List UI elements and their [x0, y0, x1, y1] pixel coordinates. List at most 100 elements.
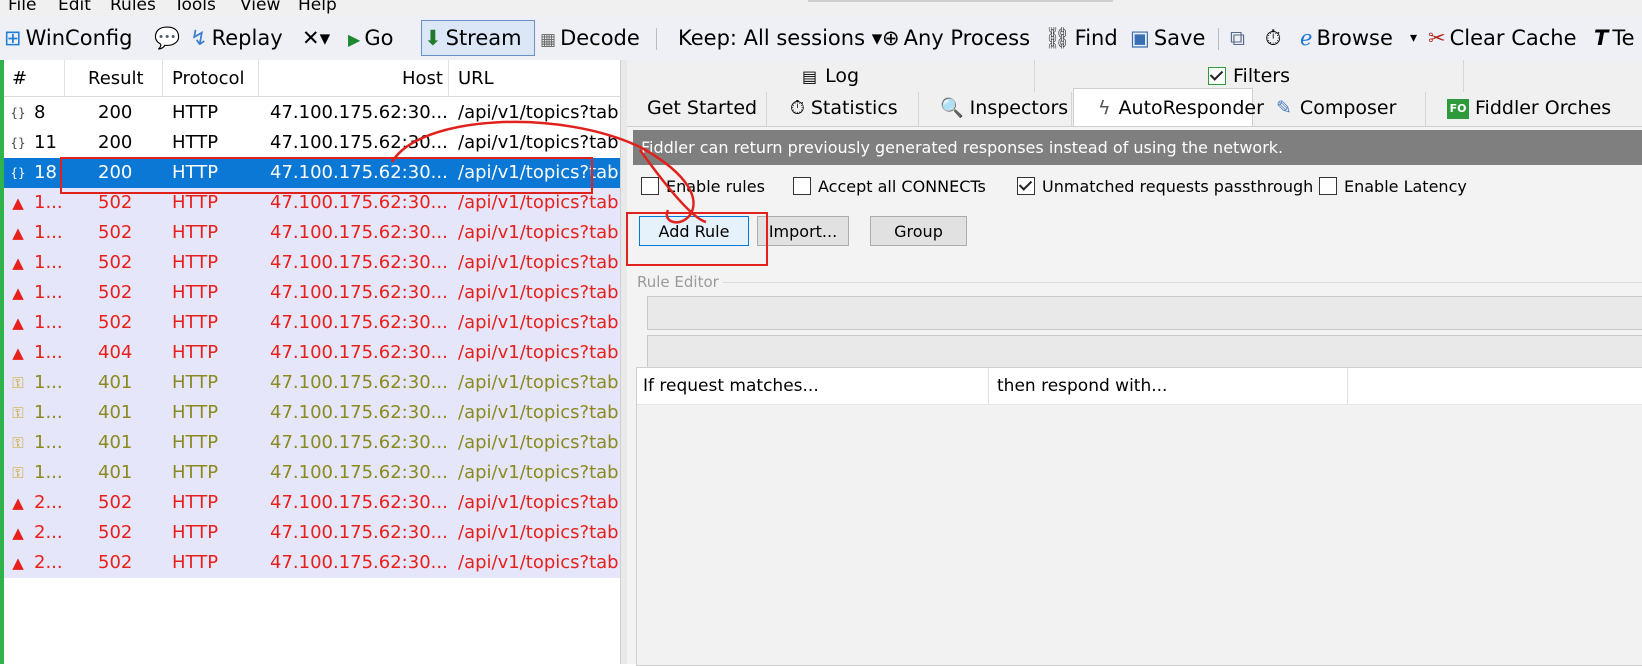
- keep-sessions-dropdown[interactable]: Keep: All sessions ▾: [678, 24, 882, 52]
- save-button[interactable]: ▣ Save: [1130, 24, 1205, 52]
- tab-statistics[interactable]: ⏱ Statistics: [768, 92, 919, 126]
- menu-edit[interactable]: Edit: [58, 0, 91, 15]
- warning-icon: ▲: [12, 554, 24, 572]
- table-row[interactable]: ▲ 1... 502 HTTP 47.100.175.62:30... /api/v1/t…: [0, 188, 620, 218]
- rule-match-input[interactable]: [647, 296, 1642, 330]
- cell-protocol: HTTP: [172, 342, 219, 363]
- column-header-match[interactable]: If request matches...: [643, 368, 819, 404]
- cell-host: 47.100.175.62:30...: [270, 432, 448, 453]
- toolbar-separator: [1218, 28, 1219, 50]
- column-header-result[interactable]: Result: [88, 68, 144, 89]
- table-row[interactable]: ⚿ 1... 401 HTTP 47.100.175.62:30... /api/v1/t…: [0, 428, 620, 458]
- json-icon: {}: [10, 166, 26, 180]
- column-header-respond[interactable]: then respond with...: [997, 368, 1167, 404]
- lightning-icon: ϟ: [1098, 97, 1111, 119]
- column-divider: [64, 60, 65, 96]
- cell-url: /api/v1/topics?tab=: [458, 162, 620, 183]
- cell-host: 47.100.175.62:30...: [270, 462, 448, 483]
- column-header-protocol[interactable]: Protocol: [172, 68, 245, 89]
- cell-protocol: HTTP: [172, 192, 219, 213]
- cell-url: /api/v1/topics?tab=: [458, 222, 620, 243]
- cell-num: 1...: [34, 372, 63, 393]
- cell-protocol: HTTP: [172, 252, 219, 273]
- table-row[interactable]: ▲ 2... 502 HTTP 47.100.175.62:30... /api/v1/t…: [0, 488, 620, 518]
- cell-protocol: HTTP: [172, 492, 219, 513]
- menu-view[interactable]: View: [240, 0, 280, 15]
- cell-host: 47.100.175.62:30...: [270, 342, 448, 363]
- group-button[interactable]: Group: [870, 216, 967, 246]
- enable-latency-checkbox[interactable]: Enable Latency: [1319, 177, 1467, 197]
- go-button[interactable]: ▶ Go: [348, 24, 393, 52]
- table-row[interactable]: ▲ 2... 502 HTTP 47.100.175.62:30... /api/v1/t…: [0, 518, 620, 548]
- table-row[interactable]: ▲ 2... 502 HTTP 47.100.175.62:30... /api/v1/t…: [0, 548, 620, 578]
- tab-inspectors[interactable]: 🔍 Inspectors: [920, 92, 1072, 126]
- composer-icon: ✎: [1276, 97, 1292, 119]
- tab-get-started[interactable]: Get Started: [627, 92, 767, 126]
- cell-num: 2...: [34, 552, 63, 573]
- clear-cache-button[interactable]: ✂ Clear Cache: [1428, 24, 1577, 52]
- replay-button[interactable]: ↯ Replay: [190, 24, 283, 52]
- cell-host: 47.100.175.62:30...: [270, 162, 448, 183]
- table-row[interactable]: {} 11 200 HTTP 47.100.175.62:30... /api/v1/to…: [0, 128, 620, 158]
- column-header-url[interactable]: URL: [458, 68, 494, 89]
- cell-host: 47.100.175.62:30...: [270, 222, 448, 243]
- table-row[interactable]: ▲ 1... 404 HTTP 47.100.175.62:30... /api/v1/t…: [0, 338, 620, 368]
- column-divider: [162, 60, 163, 96]
- accept-connects-checkbox[interactable]: Accept all CONNECTs: [793, 177, 986, 197]
- cell-host: 47.100.175.62:30...: [270, 402, 448, 423]
- clear-cache-icon: ✂: [1428, 26, 1446, 50]
- enable-rules-checkbox[interactable]: Enable rules: [641, 177, 765, 197]
- cell-protocol: HTTP: [172, 432, 219, 453]
- table-row[interactable]: ⚿ 1... 401 HTTP 47.100.175.62:30... /api/v1/t…: [0, 458, 620, 488]
- tab-log[interactable]: ▤ Log: [627, 60, 1035, 92]
- add-rule-button[interactable]: Add Rule: [639, 216, 749, 246]
- comment-button[interactable]: 💬: [154, 24, 184, 52]
- cell-num: 1...: [34, 312, 63, 333]
- remove-dropdown-button[interactable]: ✕▾: [302, 24, 330, 52]
- table-row[interactable]: ▲ 1... 502 HTTP 47.100.175.62:30... /api/v1/t…: [0, 248, 620, 278]
- table-row[interactable]: ⚿ 1... 401 HTTP 47.100.175.62:30... /api/v1/t…: [0, 368, 620, 398]
- timer-button[interactable]: ⏱: [1265, 24, 1285, 52]
- tab-fiddler-orchestra[interactable]: FO Fiddler Orches: [1427, 92, 1642, 126]
- cell-url: /api/v1/topics?tab=: [458, 432, 620, 453]
- winconfig-button[interactable]: ⊞ WinConfig: [4, 24, 132, 52]
- cell-url: /api/v1/topics?tab=: [458, 132, 620, 153]
- screenshot-button[interactable]: ⧉: [1230, 24, 1249, 52]
- warning-icon: ▲: [12, 284, 24, 302]
- table-row[interactable]: ⚿ 1... 401 HTTP 47.100.175.62:30... /api/v1/t…: [0, 398, 620, 428]
- table-row[interactable]: ▲ 1... 502 HTTP 47.100.175.62:30... /api/v1/t…: [0, 278, 620, 308]
- cell-url: /api/v1/topics?tab=: [458, 282, 620, 303]
- cell-protocol: HTTP: [172, 162, 219, 183]
- stream-arrow-icon: ⬇: [424, 26, 442, 50]
- cell-protocol: HTTP: [172, 102, 219, 123]
- menu-rules[interactable]: Rules: [110, 0, 156, 15]
- menu-tools[interactable]: Tools: [174, 0, 216, 15]
- text-wizard-button[interactable]: T Te: [1594, 24, 1635, 52]
- table-row-selected[interactable]: {} 18 200 HTTP 47.100.175.62:30... /api/v1/to…: [0, 158, 620, 188]
- table-row[interactable]: {} 8 200 HTTP 47.100.175.62:30... /api/v1/top…: [0, 98, 620, 128]
- stream-button[interactable]: ⬇ Stream: [424, 24, 522, 52]
- cell-protocol: HTTP: [172, 462, 219, 483]
- import-button[interactable]: Import...: [757, 216, 849, 246]
- column-header-num[interactable]: #: [12, 68, 27, 89]
- find-button[interactable]: ⛓ Find: [1044, 24, 1118, 52]
- rules-list[interactable]: If request matches... then respond with.…: [636, 367, 1642, 666]
- cell-url: /api/v1/topics?tab=: [458, 492, 620, 513]
- browse-button[interactable]: ℯ Browse: [1300, 24, 1393, 52]
- cell-result: 401: [98, 462, 133, 483]
- column-header-host[interactable]: Host: [402, 68, 443, 89]
- any-process-button[interactable]: ⊕ Any Process: [882, 24, 1030, 52]
- table-row[interactable]: ▲ 1... 502 HTTP 47.100.175.62:30... /api/v1/t…: [0, 308, 620, 338]
- tab-composer[interactable]: ✎ Composer: [1254, 92, 1426, 126]
- menu-file[interactable]: File: [8, 0, 36, 15]
- table-row[interactable]: ▲ 1... 502 HTTP 47.100.175.62:30... /api/v1/t…: [0, 218, 620, 248]
- cell-num: 1...: [34, 192, 63, 213]
- rule-response-input[interactable]: [647, 335, 1642, 369]
- browse-dropdown[interactable]: ▾: [1410, 24, 1417, 52]
- main-tab-row: Get Started ⏱ Statistics 🔍 Inspectors ϟ Aut…: [627, 88, 1642, 127]
- tab-autoresponder[interactable]: ϟ AutoResponder: [1073, 88, 1264, 126]
- decode-button[interactable]: ▦ Decode: [540, 24, 640, 52]
- menu-help[interactable]: Help: [298, 0, 337, 15]
- unmatched-passthrough-checkbox[interactable]: Unmatched requests passthrough: [1017, 177, 1313, 197]
- cell-host: 47.100.175.62:30...: [270, 522, 448, 543]
